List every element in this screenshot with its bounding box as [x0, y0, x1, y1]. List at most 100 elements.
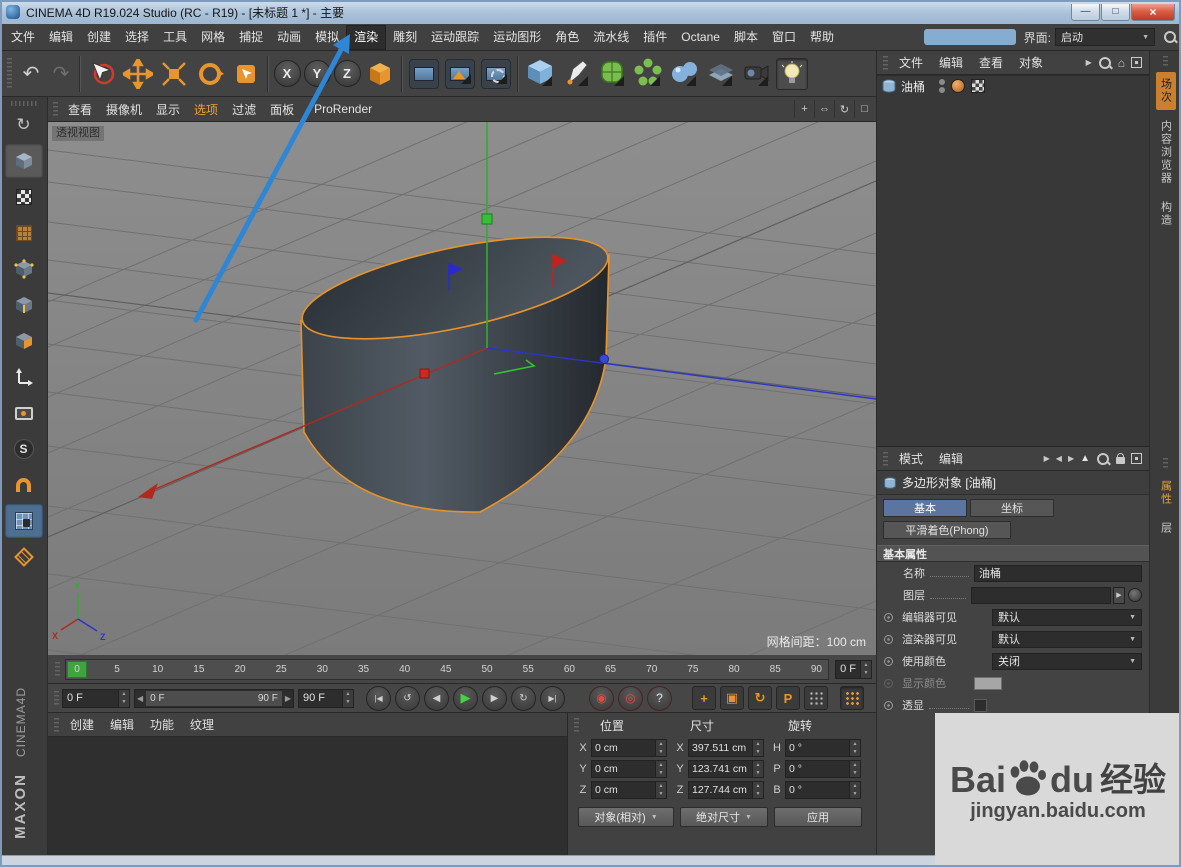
redo-button[interactable]: ↷ — [46, 53, 76, 95]
stepper-up-icon[interactable]: ▲ — [753, 740, 763, 748]
enable-snap-button[interactable] — [5, 468, 43, 502]
render-view-button[interactable] — [406, 53, 442, 95]
viewport-solo-button[interactable] — [5, 396, 43, 430]
stepper-down-icon[interactable]: ▼ — [753, 790, 763, 798]
menu-item-pipeline[interactable]: 流水线 — [586, 25, 636, 50]
material-menu-edit[interactable]: 编辑 — [102, 716, 142, 733]
tab-takes[interactable]: 场次 — [1155, 72, 1176, 110]
viewport-pan-icon[interactable]: + — [794, 100, 814, 118]
playback-grip[interactable] — [54, 691, 59, 705]
editor-visibility-dropdown[interactable]: 默认 ▼ — [992, 608, 1142, 626]
lock-x-axis-button[interactable]: X — [272, 53, 302, 95]
search-icon[interactable] — [1096, 452, 1110, 466]
stepper-up-icon[interactable]: ▲ — [861, 660, 871, 669]
viewport-menu-view[interactable]: 查看 — [61, 101, 99, 118]
stepper-up-icon[interactable]: ▲ — [656, 782, 666, 790]
menu-item-motion-tracker[interactable]: 运动跟踪 — [424, 25, 486, 50]
om-menu-edit[interactable]: 编辑 — [931, 54, 971, 71]
record-pla-button[interactable] — [804, 686, 828, 710]
menu-item-simulate[interactable]: 模拟 — [308, 25, 346, 50]
array-button[interactable] — [630, 53, 666, 95]
points-mode-button[interactable] — [5, 252, 43, 286]
layer-icon[interactable] — [1128, 588, 1142, 602]
material-manager-grip[interactable] — [54, 717, 59, 732]
size-z-stepper[interactable]: ▲ ▼ — [752, 782, 763, 798]
search-icon[interactable] — [1098, 56, 1112, 70]
stepper-down-icon[interactable]: ▼ — [753, 769, 763, 777]
menu-item-help[interactable]: 帮助 — [803, 25, 841, 50]
right-strip-grip[interactable] — [1163, 458, 1168, 470]
lock-workplane-button[interactable] — [4, 504, 43, 538]
menu-item-snap[interactable]: 捕捉 — [232, 25, 270, 50]
dock-frame-icon[interactable] — [1131, 57, 1142, 68]
xray-checkbox[interactable] — [974, 698, 987, 712]
pos-y-stepper[interactable]: ▲ ▼ — [655, 761, 666, 777]
current-frame-stepper[interactable]: ▲ ▼ — [118, 689, 129, 707]
lock-icon[interactable] — [1116, 453, 1125, 464]
menu-item-select[interactable]: 选择 — [118, 25, 156, 50]
menu-overflow-icon[interactable]: ▶ — [1086, 58, 1092, 67]
metaball-button[interactable] — [666, 53, 702, 95]
scale-tool-button[interactable] — [156, 53, 192, 95]
menu-item-sculpt[interactable]: 雕刻 — [386, 25, 424, 50]
om-menu-file[interactable]: 文件 — [891, 54, 931, 71]
record-position-button[interactable]: + — [692, 686, 716, 710]
menu-item-file[interactable]: 文件 — [4, 25, 42, 50]
stepper-down-icon[interactable]: ▼ — [656, 748, 666, 756]
stepper-down-icon[interactable]: ▼ — [861, 669, 871, 678]
rot-h-stepper[interactable]: ▲ ▼ — [849, 740, 860, 756]
apply-button[interactable]: 应用 — [774, 807, 862, 827]
edges-mode-button[interactable] — [5, 288, 43, 322]
pos-x-field[interactable]: 0 cm ▲ ▼ — [591, 739, 667, 757]
render-settings-button[interactable] — [478, 53, 514, 95]
stepper-down-icon[interactable]: ▼ — [753, 748, 763, 756]
maximize-button[interactable]: □ — [1101, 3, 1130, 21]
stepper-up-icon[interactable]: ▲ — [850, 782, 860, 790]
tab-structure[interactable]: 构造 — [1156, 195, 1176, 233]
toolbar-grip[interactable] — [7, 57, 12, 90]
material-menu-function[interactable]: 功能 — [142, 716, 182, 733]
size-y-field[interactable]: 123.741 cm ▲ ▼ — [688, 760, 764, 778]
absolute-size-button[interactable]: 绝对尺寸 ▼ — [680, 807, 768, 827]
move-tool-button[interactable] — [120, 53, 156, 95]
tab-coordinates[interactable]: 坐标 — [970, 499, 1054, 517]
floor-button[interactable] — [702, 53, 738, 95]
object-relative-button[interactable]: 对象(相对) ▼ — [578, 807, 674, 827]
record-parameter-button[interactable]: P — [776, 686, 800, 710]
object-manager-grip[interactable] — [883, 55, 888, 70]
size-x-stepper[interactable]: ▲ ▼ — [752, 740, 763, 756]
record-button[interactable]: ◉ — [589, 685, 614, 711]
menu-item-octane[interactable]: Octane — [674, 25, 727, 50]
menu-item-animate[interactable]: 动画 — [270, 25, 308, 50]
am-menu-mode[interactable]: 模式 — [891, 450, 931, 467]
keyframe-selection-button[interactable]: ? — [647, 685, 672, 711]
tab-phong[interactable]: 平滑着色(Phong) — [883, 521, 1011, 539]
menu-overflow-icon[interactable]: ▶ — [1044, 454, 1050, 463]
viewport-menu-prorender[interactable]: ProRender — [307, 102, 379, 116]
model-mode-button[interactable] — [4, 144, 43, 178]
workplane-snap-button[interactable] — [5, 540, 43, 574]
stepper-up-icon[interactable]: ▲ — [850, 761, 860, 769]
menu-item-character[interactable]: 角色 — [548, 25, 586, 50]
close-button[interactable]: × — [1131, 3, 1175, 21]
interface-dropdown[interactable]: 启动 ▼ — [1055, 28, 1155, 46]
last-used-tool-button[interactable] — [228, 53, 264, 95]
rot-b-field[interactable]: 0 ° ▲ ▼ — [785, 781, 861, 799]
om-menu-view[interactable]: 查看 — [971, 54, 1011, 71]
stepper-up-icon[interactable]: ▲ — [343, 689, 353, 698]
display-color-swatch[interactable] — [974, 676, 1002, 690]
use-color-dropdown[interactable]: 关闭 ▼ — [992, 652, 1142, 670]
prev-frame-button[interactable]: ◀ — [424, 685, 449, 711]
pos-x-stepper[interactable]: ▲ ▼ — [655, 740, 666, 756]
layer-field[interactable] — [971, 586, 1111, 604]
editor-visibility-record-dot[interactable] — [884, 612, 893, 622]
range-left-icon[interactable]: ◀ — [135, 694, 145, 703]
viewport-menubar-grip[interactable] — [53, 102, 58, 116]
viewport-zoom-icon[interactable]: ⇔ — [814, 100, 834, 118]
viewport-toggle-icon[interactable]: □ — [854, 100, 874, 118]
menu-item-tools[interactable]: 工具 — [156, 25, 194, 50]
menu-item-mograph[interactable]: 运动图形 — [486, 25, 548, 50]
history-back-icon[interactable]: ◀ — [1056, 454, 1062, 463]
viewport-menu-panel[interactable]: 面板 — [263, 101, 301, 118]
snap-settings-button[interactable]: S — [5, 432, 43, 466]
